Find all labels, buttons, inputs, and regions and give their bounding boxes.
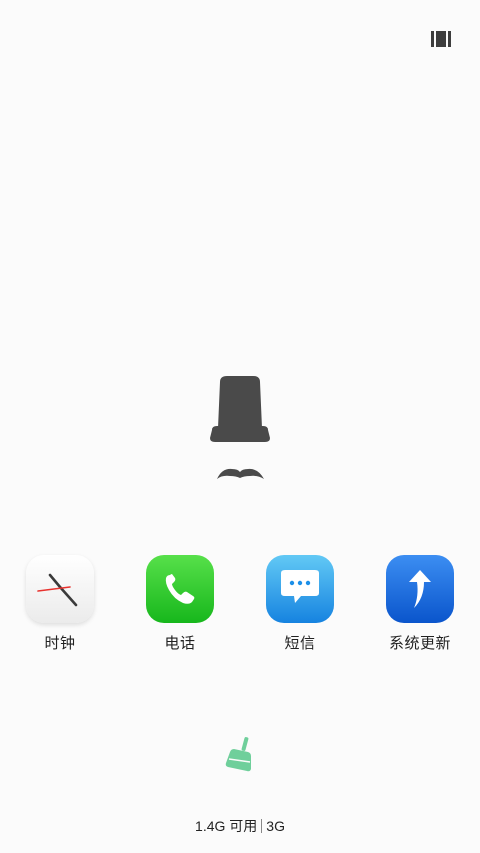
network-type-text: 3G: [266, 818, 285, 834]
app-clock-label: 时钟: [44, 634, 76, 652]
memory-available-text: 1.4G 可用: [195, 818, 258, 834]
top-hat-mustache-icon: [210, 376, 270, 479]
app-system-update[interactable]: 系统更新: [370, 555, 470, 665]
phone-icon: [146, 555, 214, 623]
app-phone-label: 电话: [164, 634, 196, 652]
broom-clean-icon: [225, 737, 251, 772]
message-icon: [266, 555, 334, 623]
app-clock[interactable]: 时钟: [10, 555, 110, 665]
app-messages[interactable]: 短信: [250, 555, 350, 665]
app-messages-label: 短信: [284, 634, 316, 652]
recents-grid-icon: [431, 31, 451, 47]
recents-button[interactable]: [428, 28, 454, 50]
memory-status: 1.4G 可用 3G: [140, 815, 340, 837]
app-system-update-label: 系统更新: [388, 634, 451, 652]
status-divider: [261, 819, 263, 833]
clock-icon: [26, 555, 94, 623]
mascot-logo: [200, 368, 280, 488]
update-arrow-icon: [386, 555, 454, 623]
clean-memory-button[interactable]: [218, 732, 262, 776]
app-phone[interactable]: 电话: [130, 555, 230, 665]
